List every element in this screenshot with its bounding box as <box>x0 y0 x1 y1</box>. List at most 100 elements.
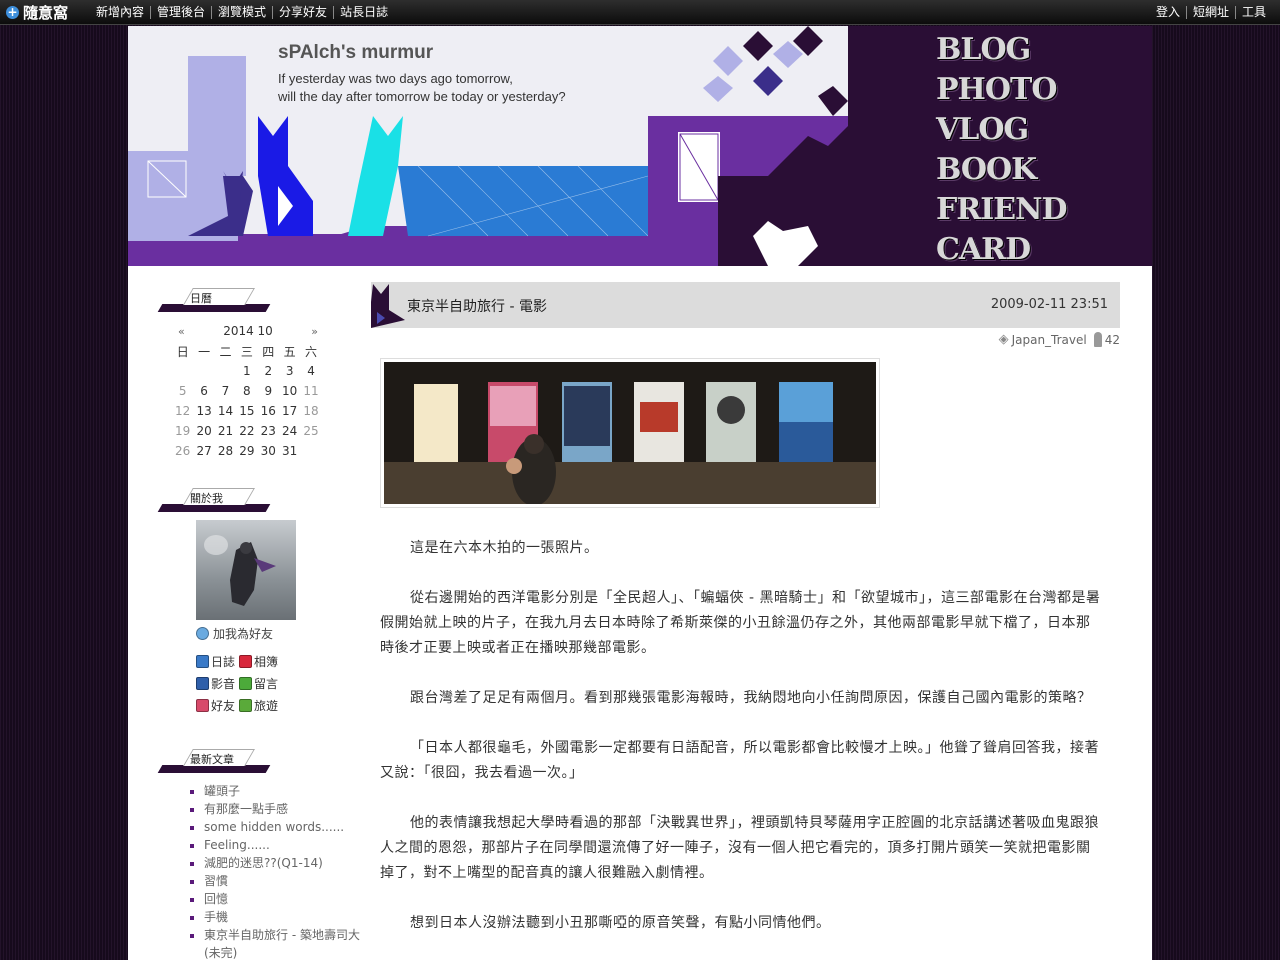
calendar-day: 11 <box>303 384 319 398</box>
recent-post-title-cont: (未完) <box>204 946 238 960</box>
calendar-day: 22 <box>239 424 255 438</box>
calendar-day: 16 <box>260 404 276 418</box>
nav-short-url[interactable]: 短網址 <box>1185 5 1235 19</box>
banner-menu-friend[interactable]: FRIEND <box>936 190 1068 230</box>
calendar-day: 7 <box>221 384 230 398</box>
link-travel[interactable]: 旅遊 <box>239 697 278 714</box>
calendar-day: 4 <box>307 364 315 378</box>
post-paragraph: 想到日本人沒辦法聽到小丑那嘶啞的原音笑聲，有點小同情他們。 <box>410 915 831 931</box>
calendar-day: 31 <box>282 444 298 458</box>
calendar-day: 2 <box>264 364 273 378</box>
calendar-week: 19 20 21 22 23 24 25 <box>172 421 322 441</box>
post-category[interactable]: Japan_Travel <box>1012 333 1087 347</box>
tag-icon: ◈ <box>998 332 1009 347</box>
travel-icon <box>239 698 253 712</box>
link-friends-label: 好友 <box>211 698 236 713</box>
calendar-day: 15 <box>239 404 255 418</box>
post-paragraph: 「日本人都很龜毛，外國電影一定都要有日語配音，所以電影都會比較慢才上映。」他聳了… <box>380 740 1099 781</box>
top-nav-left: 新增內容 管理後台 瀏覽模式 分享好友 站長日誌 <box>96 0 394 24</box>
calendar-next-button[interactable]: » <box>311 325 322 338</box>
nav-admin[interactable]: 管理後台 <box>150 5 211 19</box>
friends-icon <box>196 698 209 712</box>
calendar-week: 12 13 14 15 16 17 18 <box>172 401 322 421</box>
calendar-weekday: 一 <box>198 344 211 359</box>
profile-links: 日誌 相簿 影音 留言 好友 旅遊 <box>196 650 282 716</box>
avatar-image <box>196 520 296 620</box>
top-nav-right: 登入 短網址 工具 <box>1150 0 1272 24</box>
calendar-day: 3 <box>285 364 294 378</box>
recent-heading: 最新文章 <box>157 749 271 775</box>
calendar-day: 29 <box>239 444 255 458</box>
banner-menu-book[interactable]: BOOK <box>936 150 1067 190</box>
calendar-day: 20 <box>196 424 212 438</box>
calendar-day: 8 <box>243 384 251 398</box>
post-cat-icon <box>371 284 405 328</box>
recent-post-item[interactable]: Feeling...... <box>204 836 370 854</box>
main-content-area: 日曆 « 2014 10 » 日 一 二 三 四 五 六 1 2 3 4 5 6… <box>128 266 1152 960</box>
calendar-day: 12 <box>175 404 191 418</box>
link-video[interactable]: 影音 <box>196 675 235 692</box>
site-brand[interactable]: + 隨意窩 <box>6 2 68 22</box>
calendar-day: 17 <box>282 404 298 418</box>
calendar-widget: « 2014 10 » 日 一 二 三 四 五 六 1 2 3 4 5 6 7 … <box>172 321 322 461</box>
calendar-week: 26 27 28 29 30 31 <box>172 441 322 461</box>
calendar-day: 6 <box>200 384 208 398</box>
nav-share-friends[interactable]: 分享好友 <box>272 5 333 19</box>
video-icon <box>196 676 209 690</box>
banner-menu-blog[interactable]: BLOG <box>936 30 1067 70</box>
calendar-prev-button[interactable]: « <box>172 325 185 338</box>
nav-browse-mode[interactable]: 瀏覽模式 <box>211 5 272 19</box>
recent-post-item[interactable]: 手機 <box>204 908 370 926</box>
post-paragraph: 這是在六本木拍的一張照片。 <box>410 540 599 556</box>
recent-post-item[interactable]: 罐頭子 <box>204 782 370 800</box>
blog-subtitle: If yesterday was two days ago tomorrow, … <box>278 70 638 106</box>
calendar-weekday: 三 <box>240 344 253 359</box>
recent-post-item[interactable]: 減肥的迷思??(Q1-14) <box>204 854 370 872</box>
calendar-nav: « 2014 10 » <box>172 321 322 341</box>
add-friend-label: 加我為好友 <box>213 627 274 641</box>
link-diary-label: 日誌 <box>211 654 236 669</box>
banner-menu-vlog[interactable]: VLOG <box>936 110 1067 150</box>
recent-post-item[interactable]: 有那麼一點手感 <box>204 800 370 818</box>
recent-post-item[interactable]: some hidden words...... <box>204 818 370 836</box>
recent-post-item[interactable]: 習慣 <box>204 872 370 890</box>
banner-menu-card[interactable]: CARD <box>936 230 1067 266</box>
avatar[interactable] <box>196 520 296 620</box>
calendar-month: 2014 10 <box>223 324 273 338</box>
link-album[interactable]: 相簿 <box>239 653 278 670</box>
calendar-weekday: 六 <box>305 344 318 359</box>
about-heading: 關於我 <box>157 488 271 514</box>
calendar-weekday: 五 <box>283 344 296 359</box>
blog-banner: sPAlch's murmur If yesterday was two day… <box>128 26 1152 266</box>
recent-posts: 罐頭子 有那麼一點手感 some hidden words...... Feel… <box>180 782 370 960</box>
link-message[interactable]: 留言 <box>239 675 278 692</box>
calendar-day: 23 <box>260 424 276 438</box>
banner-menu-photo[interactable]: PHOTO <box>936 70 1067 110</box>
link-message-label: 留言 <box>254 676 279 691</box>
blog-subtitle-line2: will the day after tomorrow be today or … <box>278 89 566 104</box>
post-photo[interactable] <box>380 358 880 508</box>
recent-post-item[interactable]: 回憶 <box>204 890 370 908</box>
calendar-day: 26 <box>175 444 191 458</box>
link-video-label: 影音 <box>211 676 236 691</box>
link-friends[interactable]: 好友 <box>196 697 235 714</box>
add-friend-link[interactable]: 加我為好友 <box>196 625 273 642</box>
movie-posters-photo <box>384 362 876 504</box>
nav-login[interactable]: 登入 <box>1150 5 1186 19</box>
nav-site-log[interactable]: 站長日誌 <box>333 5 394 19</box>
nav-add-content[interactable]: 新增內容 <box>96 5 150 19</box>
recent-heading-label: 最新文章 <box>190 753 234 766</box>
link-diary[interactable]: 日誌 <box>196 653 235 670</box>
calendar-weekday: 日 <box>176 344 189 359</box>
calendar-day: 14 <box>217 404 234 418</box>
post-title[interactable]: 東京半自助旅行 - 電影 <box>407 296 547 316</box>
blog-title[interactable]: sPAlch's murmur <box>278 42 433 64</box>
recent-post-item[interactable]: 東京半自助旅行 - 築地壽司大 (未完) <box>204 926 370 960</box>
recent-post-title: 東京半自助旅行 - 築地壽司大 <box>204 928 360 942</box>
nav-tools[interactable]: 工具 <box>1234 5 1272 19</box>
blog-subtitle-line1: If yesterday was two days ago tomorrow, <box>278 71 513 86</box>
top-navigation-bar: + 隨意窩 新增內容 管理後台 瀏覽模式 分享好友 站長日誌 登入 短網址 工具 <box>0 0 1280 25</box>
post-views: 42 <box>1104 332 1120 347</box>
calendar-day: 30 <box>260 444 276 458</box>
about-heading-label: 關於我 <box>190 492 223 505</box>
